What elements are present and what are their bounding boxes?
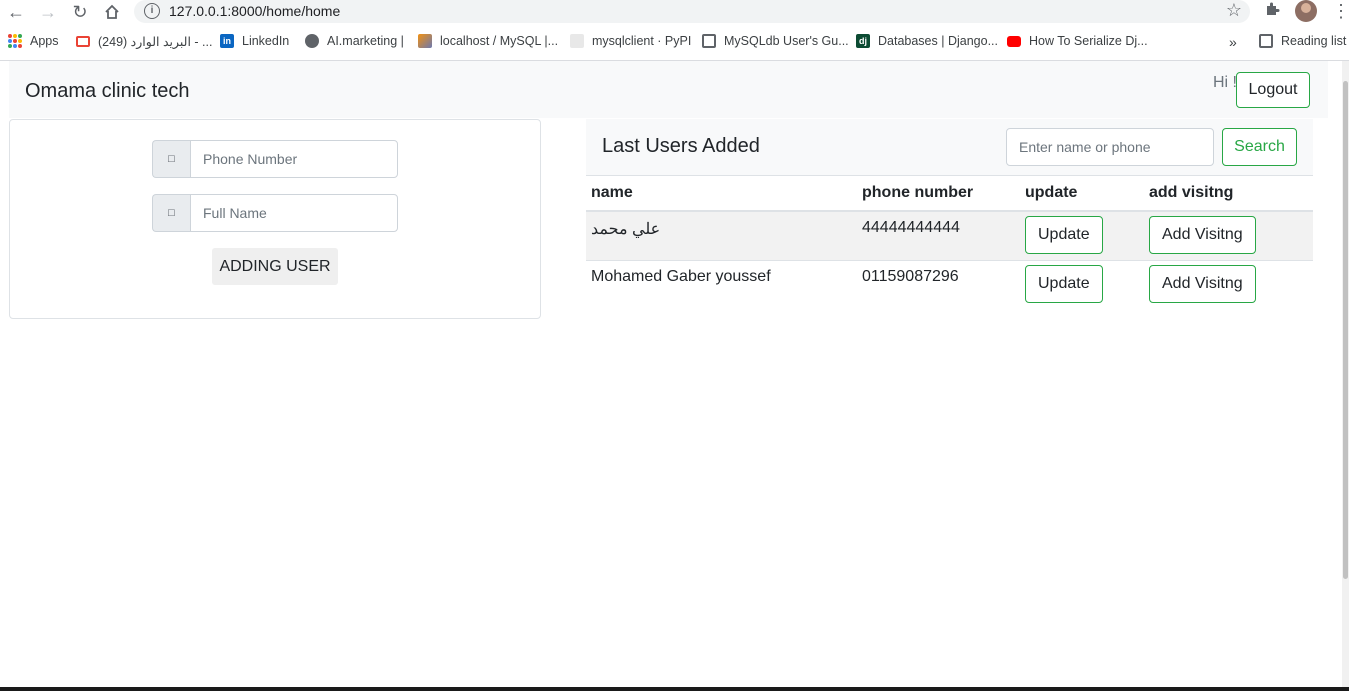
table-row: Mohamed Gaber youssef 01159087296 Update… bbox=[586, 260, 1313, 309]
column-header-update: update bbox=[1020, 175, 1144, 212]
forward-arrow-icon[interactable]: → bbox=[37, 1, 59, 23]
search-input[interactable] bbox=[1006, 128, 1214, 166]
table-header-row: name phone number update add visitng bbox=[586, 175, 1313, 212]
bookmark-star-icon[interactable]: ☆ bbox=[1226, 0, 1242, 21]
bookmark-label: (249) البريد الوارد - ... bbox=[98, 35, 213, 49]
apps-grid-icon bbox=[8, 34, 22, 48]
site-info-icon[interactable]: i bbox=[144, 3, 160, 19]
gmail-icon bbox=[76, 36, 90, 47]
cell-add-visit: Add Visitng bbox=[1144, 260, 1313, 309]
profile-avatar[interactable] bbox=[1295, 0, 1317, 22]
logout-button[interactable]: Logout bbox=[1236, 72, 1310, 108]
update-button[interactable]: Update bbox=[1025, 216, 1103, 254]
bookmark-label: How To Serialize Dj... bbox=[1029, 34, 1148, 48]
reading-list-button[interactable]: Reading list bbox=[1259, 34, 1346, 48]
column-header-add-visit: add visitng bbox=[1144, 175, 1313, 212]
browser-toolbar: ← → ↻ i 127.0.0.1:8000/home/home ☆ ⋮ bbox=[0, 0, 1349, 24]
user-name: علي محمد bbox=[591, 221, 661, 238]
bookmarks-bar: Apps (249) البريد الوارد - ... in Linked… bbox=[0, 30, 1349, 56]
bookmark-linkedin[interactable]: in LinkedIn bbox=[220, 34, 289, 48]
column-header-phone: phone number bbox=[857, 175, 1020, 212]
users-list-title: Last Users Added bbox=[602, 135, 760, 157]
bookmark-pypi[interactable]: mysqlclient · PyPI bbox=[570, 34, 691, 48]
cell-add-visit: Add Visitng bbox=[1144, 210, 1313, 261]
browser-menu-icon[interactable]: ⋮ bbox=[1332, 1, 1349, 22]
reload-icon[interactable]: ↻ bbox=[69, 1, 91, 23]
brand-title[interactable]: Omama clinic tech bbox=[25, 80, 190, 103]
bookmark-ai-marketing[interactable]: AI.marketing | bbox=[305, 34, 404, 48]
add-user-form: □ □ ADDING USER bbox=[9, 119, 541, 319]
bookmark-label: mysqlclient · PyPI bbox=[592, 34, 692, 48]
bookmark-django[interactable]: dj Databases | Django... bbox=[856, 34, 998, 48]
bookmark-gmail[interactable]: (249) البريد الوارد - ... bbox=[76, 34, 212, 49]
bookmark-label: LinkedIn bbox=[242, 34, 290, 48]
user-phone: 01159087296 bbox=[862, 268, 959, 285]
home-icon[interactable] bbox=[101, 1, 123, 23]
reading-list-label: Reading list bbox=[1281, 34, 1347, 48]
greeting-text: Hi ! bbox=[1213, 74, 1237, 91]
page-content: Omama clinic tech Hi ! Logout □ □ ADDING… bbox=[0, 61, 1342, 687]
bookmark-mysqldb[interactable]: MySQLdb User's Gu... bbox=[702, 34, 849, 48]
cell-name: علي محمد bbox=[586, 210, 857, 261]
user-name: Mohamed Gaber youssef bbox=[591, 268, 771, 285]
name-input-group: □ bbox=[152, 194, 398, 232]
add-visit-button[interactable]: Add Visitng bbox=[1149, 216, 1256, 254]
address-url[interactable]: 127.0.0.1:8000/home/home bbox=[169, 3, 340, 19]
bookmark-label: Databases | Django... bbox=[878, 34, 998, 48]
phone-input-group: □ bbox=[152, 140, 398, 178]
globe-icon bbox=[305, 34, 319, 48]
youtube-icon bbox=[1007, 35, 1021, 47]
user-icon: □ bbox=[152, 194, 190, 232]
bookmark-youtube[interactable]: How To Serialize Dj... bbox=[1007, 34, 1148, 48]
bookmark-phpmyadmin[interactable]: localhost / MySQL |... bbox=[418, 34, 558, 48]
phone-icon: □ bbox=[152, 140, 190, 178]
linkedin-icon: in bbox=[220, 34, 234, 48]
user-phone: 44444444444 bbox=[862, 219, 960, 236]
bookmark-label: Apps bbox=[30, 34, 59, 48]
scrollbar-thumb[interactable] bbox=[1343, 81, 1348, 579]
pypi-icon bbox=[570, 34, 584, 48]
phone-number-input[interactable] bbox=[190, 140, 398, 178]
search-button[interactable]: Search bbox=[1222, 128, 1297, 166]
taskbar-edge bbox=[0, 687, 1349, 691]
reading-list-icon bbox=[1259, 34, 1273, 48]
full-name-input[interactable] bbox=[190, 194, 398, 232]
bookmark-apps[interactable]: Apps bbox=[8, 34, 59, 48]
update-button[interactable]: Update bbox=[1025, 265, 1103, 303]
add-visit-button[interactable]: Add Visitng bbox=[1149, 265, 1256, 303]
cell-update: Update bbox=[1020, 260, 1144, 309]
extensions-icon[interactable] bbox=[1264, 1, 1280, 22]
cell-phone: 44444444444 bbox=[857, 210, 1020, 261]
cell-name: Mohamed Gaber youssef bbox=[586, 260, 857, 309]
back-arrow-icon[interactable]: ← bbox=[5, 1, 27, 23]
cell-update: Update bbox=[1020, 210, 1144, 261]
table-row: علي محمد 44444444444 Update Add Visitng bbox=[586, 210, 1313, 261]
django-icon: dj bbox=[856, 34, 870, 48]
users-table: name phone number update add visitng علي… bbox=[586, 175, 1313, 309]
doc-icon bbox=[702, 34, 716, 48]
phpmyadmin-icon bbox=[418, 34, 432, 48]
users-list-header: Last Users Added Search bbox=[586, 119, 1313, 175]
adding-user-button[interactable]: ADDING USER bbox=[212, 248, 338, 285]
column-header-name: name bbox=[586, 175, 857, 212]
bookmark-label: MySQLdb User's Gu... bbox=[724, 34, 849, 48]
cell-phone: 01159087296 bbox=[857, 260, 1020, 309]
page-scrollbar[interactable] bbox=[1342, 61, 1349, 687]
address-bar[interactable]: i 127.0.0.1:8000/home/home ☆ bbox=[134, 0, 1250, 23]
bookmark-label: localhost / MySQL |... bbox=[440, 34, 559, 48]
navbar: Omama clinic tech Hi ! Logout bbox=[9, 61, 1328, 118]
bookmark-label: AI.marketing | bbox=[327, 34, 404, 48]
bookmarks-overflow-button[interactable]: » bbox=[1229, 34, 1237, 50]
